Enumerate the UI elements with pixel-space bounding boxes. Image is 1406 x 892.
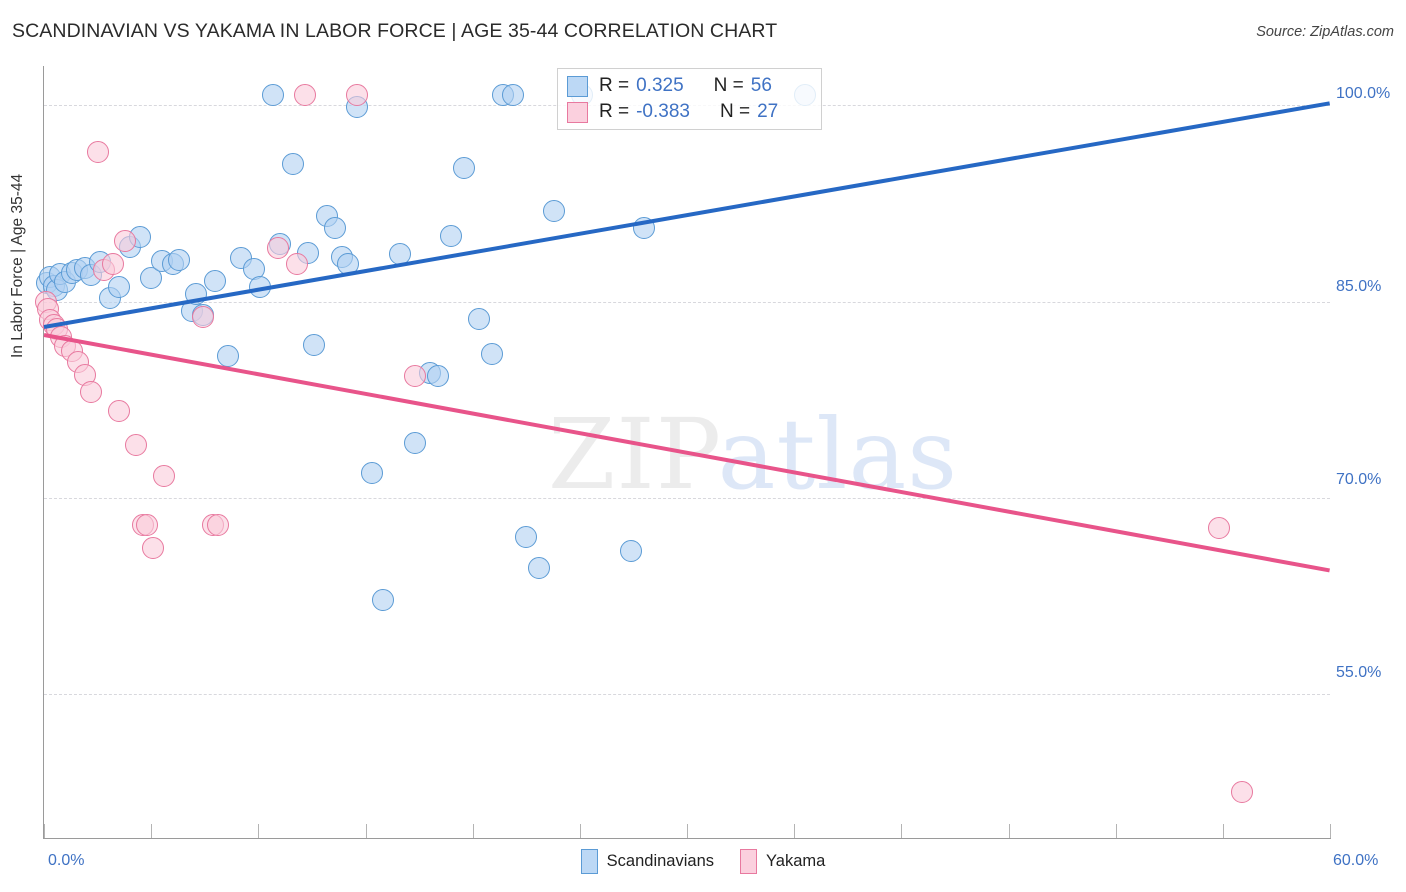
scatter-point-pink	[1231, 781, 1254, 804]
gridline	[44, 301, 1330, 303]
scatter-point-pink	[135, 514, 158, 537]
x-axis-tick	[44, 824, 45, 838]
scatter-point-blue	[468, 307, 491, 330]
scatter-point-blue	[543, 200, 566, 223]
scatter-point-blue	[217, 345, 240, 368]
correlation-legend: R = 0.325 N = 56 R = -0.383 N = 27	[557, 68, 822, 130]
scatter-point-pink	[266, 236, 289, 259]
scatter-point-blue	[427, 365, 450, 388]
scatter-point-blue	[281, 153, 304, 176]
scatter-point-blue	[108, 276, 131, 299]
x-axis-tick	[687, 824, 688, 838]
scatter-point-blue	[453, 157, 476, 180]
x-axis-tick	[258, 824, 260, 838]
scatter-point-blue	[262, 83, 285, 106]
legend-label-scandinavians: Scandinavians	[606, 852, 714, 870]
legend-row-yakama: R = -0.383 N = 27	[567, 99, 778, 125]
scatter-point-pink	[142, 536, 165, 559]
source-attribution: Source: ZipAtlas.com	[1256, 24, 1394, 40]
scatter-point-blue	[168, 248, 191, 271]
y-axis-tick-label: 70.0%	[1336, 471, 1382, 488]
legend-n-label-scandinavians: N =	[713, 75, 744, 96]
scatter-point-blue	[620, 540, 643, 563]
legend-item-yakama[interactable]: Yakama	[740, 849, 825, 874]
watermark: ZIPatlas	[548, 398, 958, 511]
x-axis-tick	[794, 824, 796, 838]
plot-area: ZIPatlas	[35, 66, 1331, 838]
scatter-point-blue	[303, 333, 326, 356]
scatter-point-blue	[440, 225, 463, 248]
legend-row-scandinavians: R = 0.325 N = 56	[567, 73, 772, 99]
scatter-point-pink	[80, 380, 103, 403]
trendline-yakama	[43, 332, 1331, 573]
legend-swatch-scandinavians	[567, 75, 588, 97]
gridline	[44, 694, 1330, 696]
x-axis-tick	[579, 824, 581, 838]
x-axis-tick	[472, 824, 474, 838]
scatter-point-blue	[371, 588, 394, 611]
y-axis-tick-label: 85.0%	[1336, 278, 1382, 295]
legend-r-label-scandinavians: R =	[599, 75, 630, 96]
scatter-point-blue	[480, 342, 503, 365]
x-axis-tick	[901, 824, 903, 838]
scatter-point-pink	[101, 252, 124, 275]
correlation-chart: SCANDINAVIAN VS YAKAMA IN LABOR FORCE | …	[0, 0, 1406, 892]
x-axis-tick	[151, 824, 153, 838]
scatter-point-pink	[206, 514, 229, 537]
x-axis-line	[43, 838, 1331, 839]
scatter-point-pink	[294, 83, 317, 106]
scatter-point-pink	[1207, 516, 1230, 539]
scatter-point-pink	[108, 400, 131, 423]
x-axis-tick	[1008, 824, 1010, 838]
legend-label-yakama: Yakama	[766, 852, 826, 870]
legend-n-label-yakama: N =	[719, 101, 751, 122]
legend-swatch-yakama	[567, 101, 588, 123]
scatter-point-blue	[403, 431, 426, 454]
scatter-point-blue	[528, 557, 551, 580]
scatter-point-pink	[153, 464, 176, 487]
x-axis-tick	[1115, 824, 1117, 838]
legend-item-scandinavians[interactable]: Scandinavians	[580, 849, 714, 874]
page-title: SCANDINAVIAN VS YAKAMA IN LABOR FORCE | …	[12, 20, 778, 42]
scatter-point-blue	[502, 83, 525, 106]
legend-r-value-scandinavians: 0.325	[636, 75, 684, 96]
legend-color-yakama	[740, 849, 757, 874]
x-axis-tick	[1330, 824, 1331, 838]
series-legend: Scandinavians Yakama	[0, 849, 1406, 874]
scatter-point-pink	[285, 252, 308, 275]
y-axis-title: In Labor Force | Age 35-44	[9, 173, 26, 358]
scatter-point-pink	[191, 306, 214, 329]
gridline	[44, 497, 1330, 499]
trendline-scandinavians	[43, 101, 1331, 330]
legend-n-value-yakama: 27	[757, 101, 779, 122]
scatter-point-pink	[86, 141, 109, 164]
y-axis-tick-label: 100.0%	[1336, 85, 1391, 102]
scatter-point-blue	[324, 217, 347, 240]
legend-color-scandinavians	[580, 849, 598, 874]
scatter-point-blue	[360, 461, 383, 484]
y-axis-tick-label: 55.0%	[1336, 664, 1382, 681]
scatter-point-blue	[204, 269, 227, 292]
scatter-point-pink	[125, 434, 148, 457]
x-axis-tick	[1222, 824, 1224, 838]
x-axis-tick	[365, 824, 367, 838]
legend-r-value-yakama: -0.383	[636, 101, 690, 122]
scatter-point-pink	[345, 83, 368, 106]
legend-r-label-yakama: R =	[599, 101, 630, 122]
scatter-point-pink	[403, 365, 426, 388]
legend-n-value-scandinavians: 56	[750, 75, 772, 96]
scatter-point-blue	[515, 526, 538, 549]
